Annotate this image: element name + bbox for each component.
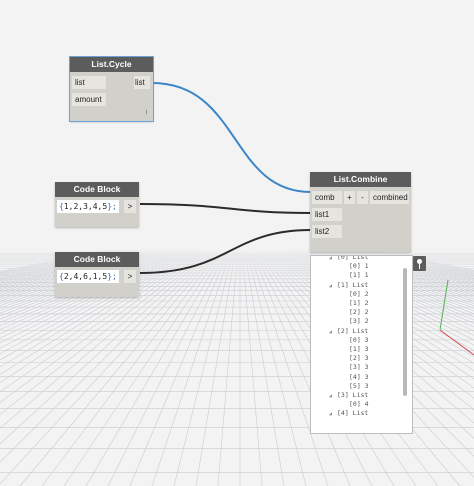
input-port-list[interactable]: list [72, 76, 106, 89]
input-port-amount[interactable]: amount [72, 93, 106, 106]
preview-item-row: [3] 3 [349, 363, 369, 372]
output-port[interactable]: > [124, 270, 136, 283]
expand-triangle-icon[interactable]: ◢ [329, 392, 332, 401]
expand-triangle-icon[interactable]: ◢ [329, 328, 332, 337]
pin-icon[interactable] [413, 256, 426, 271]
node-title: List.Cycle [70, 57, 153, 72]
preview-scrollbar[interactable] [403, 268, 407, 396]
code-text: 1,2,3,4,5 [63, 202, 108, 211]
input-port-list2[interactable]: list2 [312, 225, 342, 238]
preview-item-row: [0] 3 [349, 335, 369, 344]
add-input-button[interactable]: + [344, 191, 355, 204]
input-port-list1[interactable]: list1 [312, 208, 342, 221]
preview-list-row[interactable]: [3] List [337, 391, 368, 400]
node-title: Code Block [55, 252, 139, 267]
preview-item-row: [5] 3 [349, 381, 369, 390]
expand-triangle-icon[interactable]: ◢ [329, 282, 332, 291]
graph-canvas[interactable]: List.Cycle list amount list l Code Block… [0, 0, 474, 486]
code-close-brace: }; [107, 272, 117, 281]
preview-item-row: [4] 3 [349, 372, 369, 381]
wire-cycle-to-comb[interactable] [151, 82, 312, 193]
input-port-comb[interactable]: comb [312, 191, 342, 204]
preview-item-row: [2] 2 [349, 308, 369, 317]
remove-input-button[interactable]: - [357, 191, 368, 204]
node-title: Code Block [55, 182, 139, 197]
output-port[interactable]: > [124, 200, 136, 213]
preview-list-row[interactable]: [1] List [337, 281, 368, 290]
preview-list-row[interactable]: [2] List [337, 327, 368, 336]
preview-item-row: [2] 3 [349, 354, 369, 363]
code-block-node-1[interactable]: Code Block {1,2,3,4,5}; > [55, 182, 139, 227]
preview-list-row[interactable]: [0] List [337, 256, 368, 262]
preview-item-row: [3] 2 [349, 317, 369, 326]
code-editor[interactable]: {1,2,3,4,5}; [57, 200, 119, 213]
output-port-list[interactable]: list [134, 76, 150, 89]
expand-triangle-icon[interactable]: ◢ [329, 256, 332, 263]
lacing-indicator: l [146, 110, 148, 116]
list-combine-node[interactable]: List.Combine comb + - combined list1 lis… [310, 172, 411, 252]
code-editor[interactable]: {2,4,6,1,5}; [57, 270, 119, 283]
preview-item-row: [1] 2 [349, 299, 369, 307]
preview-item-row: [0] 2 [349, 289, 369, 298]
list-cycle-node[interactable]: List.Cycle list amount list l [69, 56, 154, 122]
node-preview-bubble[interactable]: [0] List ◢ [0] 1 [1] 1 [1] List ◢ [0] 2 [1] 2 [2… [310, 255, 413, 434]
preview-item-row: [0] 1 [349, 262, 369, 271]
output-port-combined[interactable]: combined [370, 191, 409, 204]
code-block-node-2[interactable]: Code Block {2,4,6,1,5}; > [55, 252, 139, 297]
node-title: List.Combine [310, 172, 411, 187]
expand-triangle-icon[interactable]: ◢ [329, 410, 332, 419]
preview-item-row: [1] 3 [349, 345, 369, 353]
preview-item-row: [1] 1 [349, 271, 369, 280]
preview-list-row[interactable]: [4] List [337, 409, 368, 418]
wire-code1-to-list1[interactable] [139, 203, 312, 214]
code-text: 2,4,6,1,5 [63, 272, 108, 281]
preview-item-row: [0] 4 [349, 400, 369, 409]
code-close-brace: }; [107, 202, 117, 211]
